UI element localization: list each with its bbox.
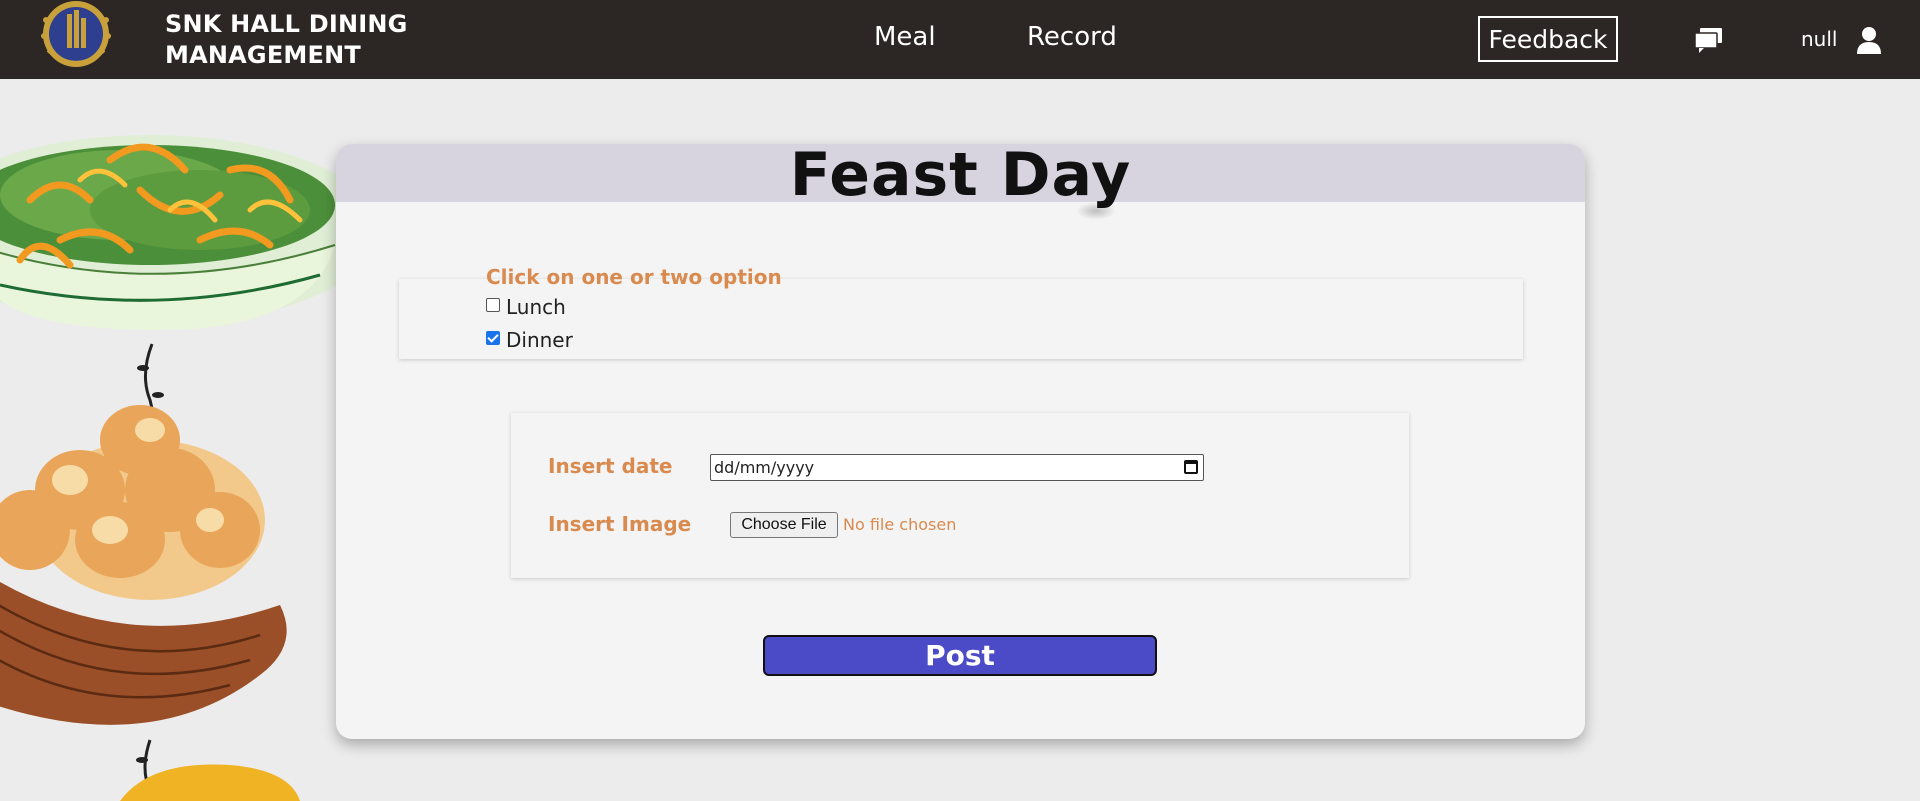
option-dinner[interactable]: Dinner xyxy=(486,328,573,352)
navbar: SNK HALL DINING MANAGEMENT Meal Record F… xyxy=(0,0,1920,79)
insert-image-label: Insert Image xyxy=(548,512,692,536)
page-title: Feast Day xyxy=(789,144,1132,210)
insert-date-label: Insert date xyxy=(548,454,673,478)
date-input[interactable]: dd/mm/yyyy xyxy=(710,454,1204,481)
user-icon[interactable] xyxy=(1856,26,1882,54)
form-panel xyxy=(511,413,1409,578)
brand-title: SNK HALL DINING MANAGEMENT xyxy=(165,9,408,71)
lunch-label: Lunch xyxy=(506,295,566,319)
choose-file-button[interactable]: Choose File xyxy=(730,512,838,538)
date-placeholder: dd/mm/yyyy xyxy=(714,458,815,477)
feast-day-card: Feast Day Click on one or two option Lun… xyxy=(336,144,1585,739)
nav-link-record[interactable]: Record xyxy=(1027,22,1117,52)
dinner-label: Dinner xyxy=(506,328,573,352)
lunch-checkbox[interactable] xyxy=(486,298,500,312)
file-status: No file chosen xyxy=(843,515,957,534)
university-logo[interactable] xyxy=(40,0,112,76)
username-label: null xyxy=(1801,27,1838,51)
options-label: Click on one or two option xyxy=(486,265,782,289)
dinner-checkbox[interactable] xyxy=(486,331,500,345)
post-button[interactable]: Post xyxy=(763,635,1157,676)
food-illustration xyxy=(0,135,380,801)
chat-icon[interactable] xyxy=(1694,27,1724,53)
brand-line-2: MANAGEMENT xyxy=(165,41,361,69)
title-shadow xyxy=(1076,202,1116,220)
nav-link-meal[interactable]: Meal xyxy=(874,22,936,52)
brand-line-1: SNK HALL DINING xyxy=(165,10,408,38)
option-lunch[interactable]: Lunch xyxy=(486,295,566,319)
calendar-icon[interactable] xyxy=(1184,460,1198,474)
feedback-button[interactable]: Feedback xyxy=(1478,16,1618,62)
